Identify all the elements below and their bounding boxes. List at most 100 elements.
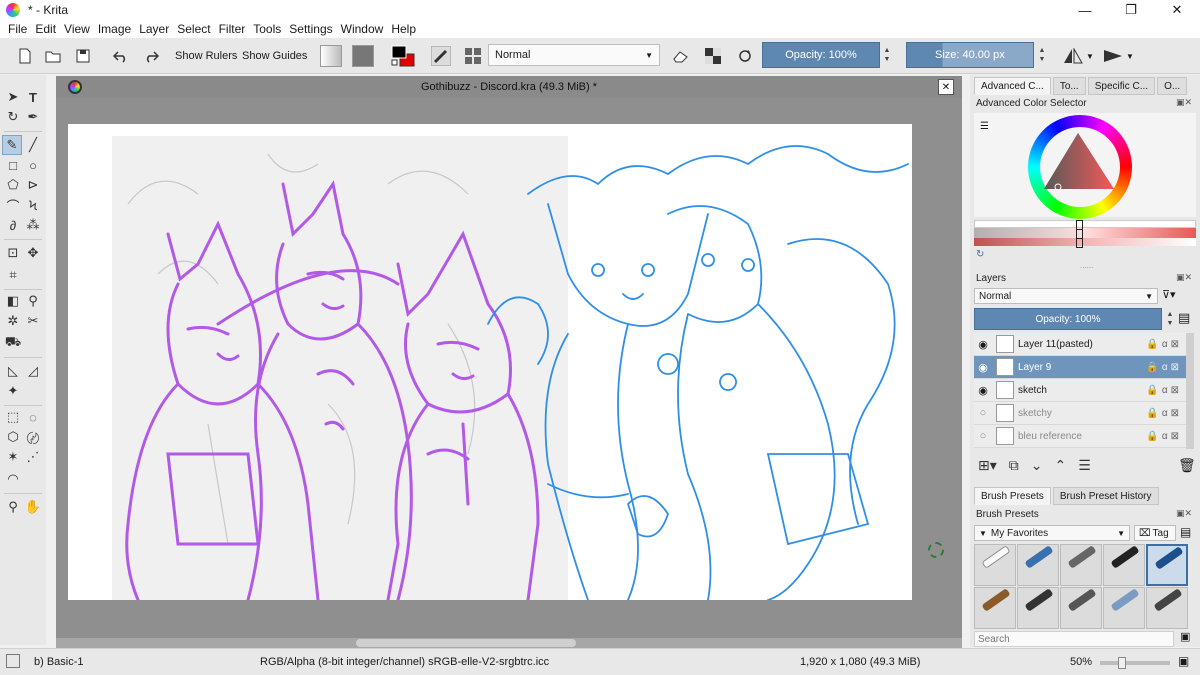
- drawing-canvas[interactable]: [68, 124, 912, 600]
- opacity-slider[interactable]: Opacity: 100%: [762, 42, 880, 68]
- menu-layer[interactable]: Layer: [135, 22, 173, 36]
- brush-view-options-icon[interactable]: ▤: [1180, 525, 1191, 539]
- favorites-select[interactable]: ▼ My Favorites ▼: [974, 525, 1130, 541]
- brush-preset-basic-1[interactable]: [1146, 544, 1188, 586]
- restore-button[interactable]: ❐: [1108, 0, 1154, 20]
- new-document-icon[interactable]: [14, 44, 36, 68]
- close-document-button[interactable]: ✕: [938, 79, 954, 95]
- delete-layer-icon[interactable]: 🗑: [1178, 457, 1196, 474]
- bezier-selection-icon[interactable]: ◠: [3, 469, 23, 489]
- smart-patch-icon[interactable]: ✂: [23, 311, 43, 331]
- measure-tool-icon[interactable]: ◿: [23, 361, 43, 381]
- duplicate-layer-icon[interactable]: ⧉: [1009, 457, 1019, 474]
- tab-specific-color[interactable]: Specific C...: [1087, 77, 1156, 95]
- add-layer-icon[interactable]: ⊞▾: [978, 457, 997, 474]
- reference-images-icon[interactable]: ✦: [3, 381, 23, 401]
- multibrush-icon[interactable]: ⁂: [23, 215, 43, 235]
- scrollbar-thumb[interactable]: [356, 639, 576, 647]
- gradient-tool-icon[interactable]: ◧: [3, 291, 23, 311]
- dock-splitter-handle[interactable]: ......: [1080, 261, 1093, 270]
- freehand-path-icon[interactable]: Ϟ: [23, 195, 43, 215]
- brush-preset-blender[interactable]: [1103, 587, 1145, 629]
- similar-selection-icon[interactable]: ⋰: [23, 447, 43, 467]
- tab-advanced-color[interactable]: Advanced C...: [974, 77, 1051, 95]
- color-history-bar[interactable]: [974, 220, 1196, 228]
- layer-lock-alpha-icons[interactable]: 🔒α⊠: [1146, 408, 1182, 419]
- pattern-swatch[interactable]: [352, 44, 374, 68]
- layer-settings-icon[interactable]: ☰: [1078, 457, 1091, 474]
- gradient-swatch[interactable]: [320, 44, 342, 68]
- tab-overview[interactable]: O...: [1157, 77, 1188, 95]
- line-tool-icon[interactable]: ╱: [23, 135, 43, 155]
- move-tool-icon[interactable]: ✥: [23, 243, 43, 263]
- brush-preset-pencil[interactable]: [974, 587, 1016, 629]
- zoom-slider-knob[interactable]: [1118, 657, 1126, 669]
- text-tool-icon[interactable]: T: [23, 87, 43, 107]
- brush-preset-marker[interactable]: [1017, 544, 1059, 586]
- zoom-tool-icon[interactable]: ⚲: [3, 497, 23, 517]
- layers-scrollbar[interactable]: [1186, 333, 1194, 449]
- mirror-horizontal-dropdown[interactable]: ▼: [1085, 44, 1095, 68]
- fg-bg-color-icon[interactable]: [390, 44, 416, 68]
- fill-tool-icon[interactable]: ⛟: [3, 333, 23, 353]
- rectangle-tool-icon[interactable]: □: [3, 155, 23, 175]
- brush-float-close-icon[interactable]: ▣✕: [1176, 508, 1192, 519]
- menu-window[interactable]: Window: [337, 22, 388, 36]
- layer-row[interactable]: ○ bleu reference 🔒α⊠: [974, 425, 1186, 448]
- visibility-eye-icon[interactable]: ◉: [974, 384, 992, 397]
- menu-file[interactable]: File: [4, 22, 31, 36]
- brush-search-input[interactable]: Search: [974, 631, 1174, 647]
- elliptical-selection-icon[interactable]: ◌: [23, 407, 43, 427]
- shade-selector-bar-1[interactable]: [974, 228, 1196, 238]
- polygon-tool-icon[interactable]: ⬠: [3, 175, 23, 195]
- layer-lock-alpha-icons[interactable]: 🔒α⊠: [1146, 362, 1182, 373]
- transform-tool-icon[interactable]: ⊡: [3, 243, 23, 263]
- pan-hand-icon[interactable]: ✋: [23, 497, 43, 517]
- layer-row[interactable]: ◉ Layer 9 🔒α⊠: [974, 356, 1186, 379]
- tag-select[interactable]: ⌧ Tag: [1134, 525, 1176, 541]
- brush-preset-ink[interactable]: [1103, 544, 1145, 586]
- menu-view[interactable]: View: [60, 22, 94, 36]
- menu-image[interactable]: Image: [94, 22, 135, 36]
- polygonal-selection-icon[interactable]: ⬡: [3, 427, 23, 447]
- visibility-eye-icon[interactable]: ◉: [974, 361, 992, 374]
- minimize-button[interactable]: —: [1062, 0, 1108, 20]
- brush-preset-paint[interactable]: [1146, 587, 1188, 629]
- horizontal-scrollbar[interactable]: [56, 638, 962, 648]
- menu-tools[interactable]: Tools: [249, 22, 285, 36]
- brush-storage-icon[interactable]: ▣: [1180, 630, 1190, 643]
- layer-row[interactable]: ○ sketchy 🔒α⊠: [974, 402, 1186, 425]
- save-icon[interactable]: [72, 44, 94, 68]
- preserve-alpha-icon[interactable]: [702, 44, 724, 68]
- mirror-vertical-dropdown[interactable]: ▼: [1125, 44, 1135, 68]
- show-rulers-button[interactable]: Show Rulers: [175, 44, 237, 68]
- crop-tool-icon[interactable]: ⌗: [3, 265, 23, 285]
- bezier-tool-icon[interactable]: ⌒: [3, 195, 23, 215]
- color-refresh-icon[interactable]: ↻: [976, 249, 984, 260]
- tab-tool-options[interactable]: To...: [1052, 77, 1086, 95]
- canvas-area[interactable]: Gothibuzz - Discord.kra (49.3 MiB) * ✕: [56, 76, 962, 648]
- close-window-button[interactable]: ✕: [1154, 0, 1200, 20]
- layers-float-close-icon[interactable]: ▣✕: [1176, 272, 1192, 283]
- brush-preset-pencil-2[interactable]: [1017, 587, 1059, 629]
- show-guides-button[interactable]: Show Guides: [242, 44, 307, 68]
- assistant-tool-icon[interactable]: ◺: [3, 361, 23, 381]
- selection-status-icon[interactable]: [6, 654, 20, 668]
- layer-blend-select[interactable]: Normal ▼: [974, 288, 1158, 304]
- visibility-eye-icon[interactable]: ◉: [974, 338, 992, 351]
- menu-filter[interactable]: Filter: [215, 22, 250, 36]
- layer-lock-alpha-icons[interactable]: 🔒α⊠: [1146, 339, 1182, 350]
- tab-brush-presets[interactable]: Brush Presets: [974, 487, 1051, 505]
- blend-mode-select[interactable]: Normal ▼: [488, 44, 660, 66]
- polyline-tool-icon[interactable]: ⊳: [23, 175, 43, 195]
- layer-row[interactable]: ◉ Layer 11(pasted) 🔒α⊠: [974, 333, 1186, 356]
- reload-preset-icon[interactable]: [734, 44, 756, 68]
- contiguous-selection-icon[interactable]: ✶: [3, 447, 23, 467]
- edit-shapes-icon[interactable]: ↻: [3, 107, 23, 127]
- size-spinner[interactable]: ▲ ▼: [1036, 42, 1048, 68]
- ellipse-tool-icon[interactable]: ○: [23, 155, 43, 175]
- size-slider[interactable]: Size: 40.00 px: [906, 42, 1034, 68]
- color-picker-icon[interactable]: ⚲: [23, 291, 43, 311]
- brush-preset-eraser[interactable]: [974, 544, 1016, 586]
- freehand-selection-icon[interactable]: 〄: [23, 427, 43, 447]
